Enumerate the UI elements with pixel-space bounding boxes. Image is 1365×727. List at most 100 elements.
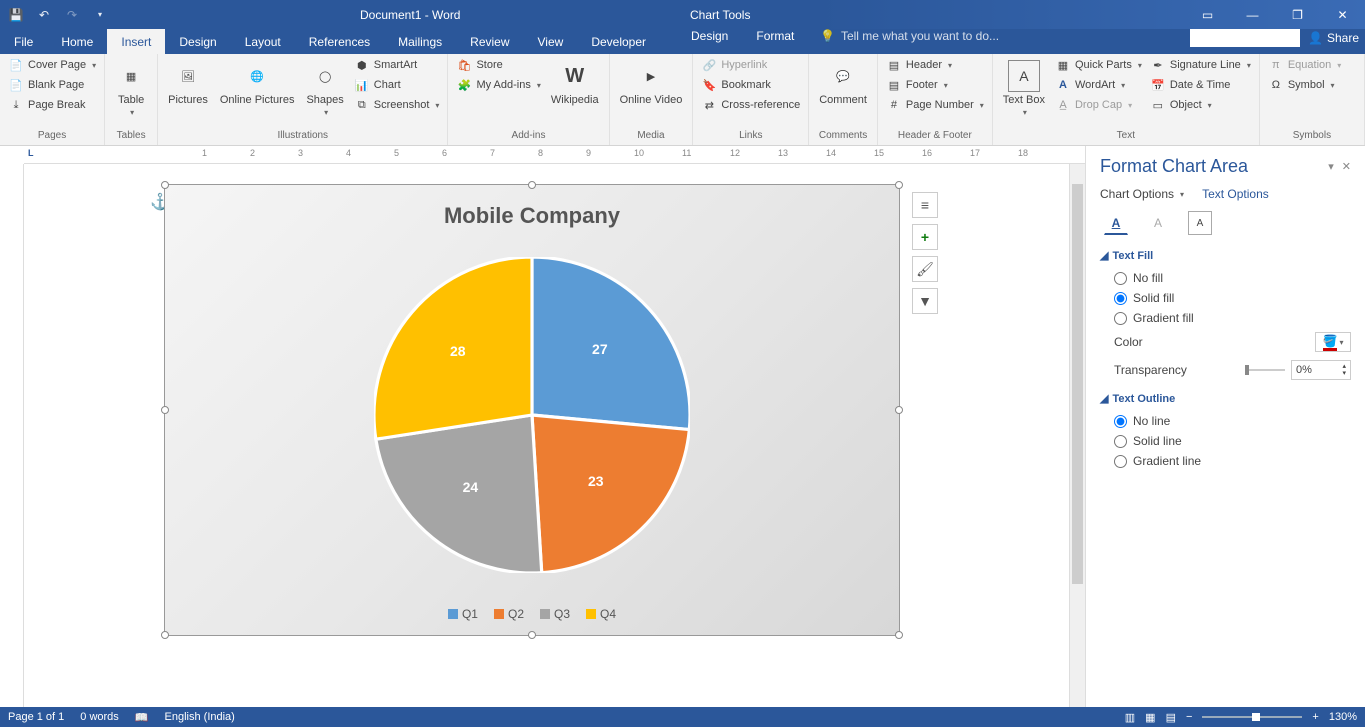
text-outline-section[interactable]: ◢ Text Outline [1100,392,1351,405]
wikipedia-button[interactable]: WWikipedia [547,56,603,106]
blank-page-button[interactable]: 📄Blank Page [6,76,98,94]
pane-dropdown-icon[interactable]: ▾ [1328,160,1334,173]
undo-icon[interactable]: ↶ [36,7,52,23]
chart-styles-button[interactable]: 🖌 [912,256,938,282]
chart-options-dropdown[interactable]: Chart Options ▾ [1100,187,1184,201]
tab-file[interactable]: File [0,29,47,54]
page-status[interactable]: Page 1 of 1 [8,711,64,723]
text-options-link[interactable]: Text Options [1202,187,1269,201]
footer-button[interactable]: ▤Footer▾ [884,76,986,94]
zoom-slider[interactable] [1202,716,1302,718]
text-box-button[interactable]: AText Box▾ [999,56,1049,117]
minimize-icon[interactable]: — [1230,0,1275,29]
vertical-scrollbar[interactable] [1069,164,1085,707]
symbol-button[interactable]: ΩSymbol▾ [1266,76,1343,94]
text-fill-section[interactable]: ◢ Text Fill [1100,249,1351,262]
date-time-button[interactable]: 📅Date & Time [1148,76,1253,94]
zoom-in-icon[interactable]: + [1312,711,1318,723]
screenshot-button[interactable]: ⧉Screenshot▾ [352,96,442,114]
no-fill-radio[interactable]: No fill [1100,268,1351,288]
tab-chart-format[interactable]: Format [742,29,808,43]
tab-references[interactable]: References [295,29,384,54]
resize-handle-b[interactable] [528,631,536,639]
tab-chart-design[interactable]: Design [677,29,742,43]
page-break-button[interactable]: ⤓Page Break [6,96,98,114]
resize-handle-r[interactable] [895,406,903,414]
pane-close-icon[interactable]: ✕ [1342,160,1351,173]
share-button[interactable]: 👤 Share [1308,31,1359,45]
chart-elements-button[interactable]: + [912,224,938,250]
restore-icon[interactable]: ❐ [1275,0,1320,29]
signature-line-button[interactable]: ✒Signature Line▾ [1148,56,1253,74]
comment-button[interactable]: 💬Comment [815,56,871,106]
header-button[interactable]: ▤Header▾ [884,56,986,74]
chart-title[interactable]: Mobile Company [165,185,899,229]
zoom-level[interactable]: 130% [1329,711,1357,723]
gradient-line-radio[interactable]: Gradient line [1100,451,1351,471]
store-button[interactable]: 🛍Store [454,56,542,74]
tab-layout[interactable]: Layout [231,29,295,54]
text-fill-outline-icon[interactable]: A [1104,211,1128,235]
resize-handle-t[interactable] [528,181,536,189]
solid-line-radio[interactable]: Solid line [1100,431,1351,451]
chart-legend[interactable]: Q1 Q2 Q3 Q4 [165,607,899,621]
tab-developer[interactable]: Developer [577,29,660,54]
textbox-icon[interactable]: A [1188,211,1212,235]
zoom-out-icon[interactable]: − [1186,711,1192,723]
web-layout-icon[interactable]: ▤ [1166,711,1176,724]
pictures-button[interactable]: 🖼Pictures [164,56,212,106]
read-mode-icon[interactable]: ▥ [1125,711,1135,724]
transparency-input[interactable]: 0%▴▾ [1291,360,1351,380]
color-picker-button[interactable]: 🪣▾ [1315,332,1351,352]
wordart-button[interactable]: AWordArt▾ [1053,76,1144,94]
tab-mailings[interactable]: Mailings [384,29,456,54]
search-input[interactable] [1190,29,1300,47]
layout-options-button[interactable]: ≡ [912,192,938,218]
qat-customize-icon[interactable]: ▾ [92,7,108,23]
equation-button[interactable]: πEquation▾ [1266,56,1343,74]
resize-handle-br[interactable] [895,631,903,639]
tab-review[interactable]: Review [456,29,523,54]
table-button[interactable]: ▦ Table▾ [111,56,151,117]
print-layout-icon[interactable]: ▦ [1145,711,1155,724]
tab-insert[interactable]: Insert [107,29,165,54]
ribbon-display-icon[interactable]: ▭ [1185,0,1230,29]
cover-page-button[interactable]: 📄Cover Page▾ [6,56,98,74]
hyperlink-button[interactable]: 🔗Hyperlink [699,56,802,74]
resize-handle-tl[interactable] [161,181,169,189]
resize-handle-bl[interactable] [161,631,169,639]
drop-cap-button[interactable]: A̲Drop Cap▾ [1053,96,1144,114]
resize-handle-tr[interactable] [895,181,903,189]
solid-fill-radio[interactable]: Solid fill [1100,288,1351,308]
object-button[interactable]: ▭Object▾ [1148,96,1253,114]
chart-filters-button[interactable]: ▼ [912,288,938,314]
no-line-radio[interactable]: No line [1100,411,1351,431]
page-number-button[interactable]: #Page Number▾ [884,96,986,114]
text-effects-icon[interactable]: A [1146,211,1170,235]
smartart-button[interactable]: ⬢SmartArt [352,56,442,74]
chart-button[interactable]: 📊Chart [352,76,442,94]
language-status[interactable]: English (India) [165,711,235,723]
vertical-ruler[interactable] [0,164,24,707]
save-icon[interactable]: 💾 [8,7,24,23]
tab-view[interactable]: View [524,29,578,54]
close-icon[interactable]: ✕ [1320,0,1365,29]
online-video-button[interactable]: ▶Online Video [616,56,687,106]
transparency-slider[interactable] [1245,369,1285,371]
pie-chart[interactable]: 27 23 24 28 [374,257,690,573]
tab-design[interactable]: Design [165,29,230,54]
scrollbar-thumb[interactable] [1072,184,1083,584]
my-addins-button[interactable]: 🧩My Add-ins▾ [454,76,542,94]
tab-home[interactable]: Home [47,29,107,54]
shapes-button[interactable]: ◯Shapes▾ [302,56,347,117]
word-count[interactable]: 0 words [80,711,119,723]
quick-parts-button[interactable]: ▦Quick Parts▾ [1053,56,1144,74]
redo-icon[interactable]: ↷ [64,7,80,23]
spell-check-icon[interactable]: 📖 [135,711,149,724]
bookmark-button[interactable]: 🔖Bookmark [699,76,802,94]
crossref-button[interactable]: ⇄Cross-reference [699,96,802,114]
online-pictures-button[interactable]: 🌐Online Pictures [216,56,299,106]
resize-handle-l[interactable] [161,406,169,414]
tell-me-search[interactable]: 💡 Tell me what you want to do... [820,29,999,43]
chart-object[interactable]: Mobile Company 27 23 24 28 Q1 Q2 Q3 Q4 [164,184,900,636]
